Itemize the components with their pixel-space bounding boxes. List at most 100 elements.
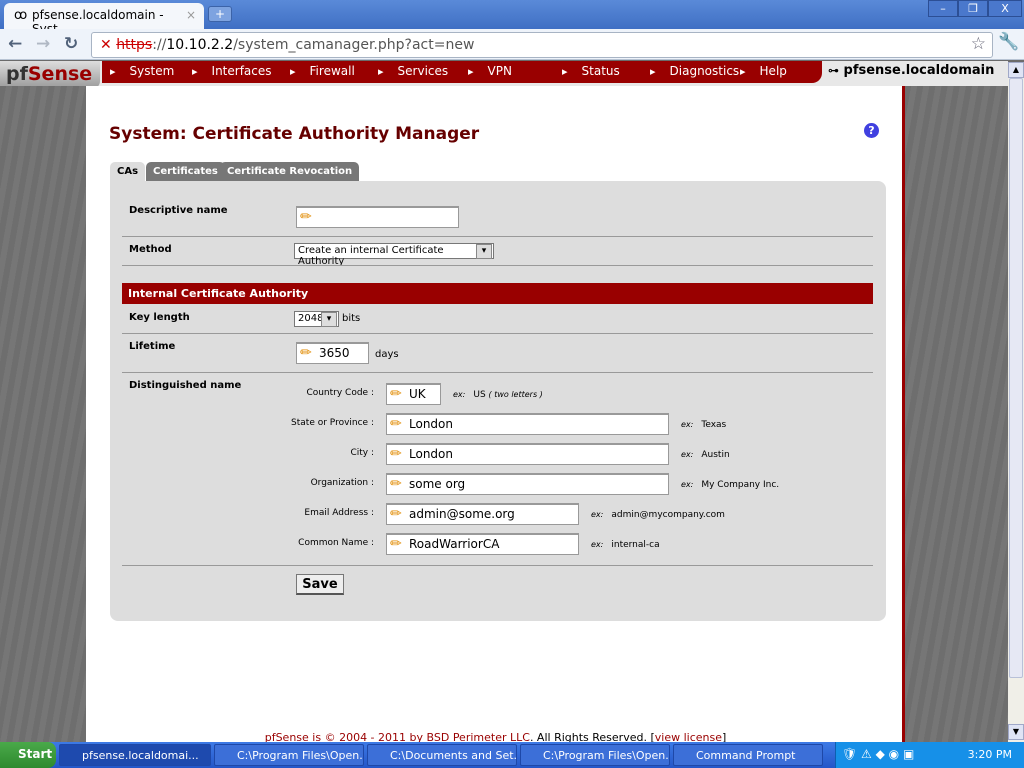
section-header: Internal Certificate Authority [122,283,873,304]
restore-button[interactable]: ❐ [958,0,988,17]
back-icon[interactable]: ← [8,34,22,54]
task-chrome[interactable]: pfsense.localdomai... [59,744,211,766]
tray-icons[interactable]: 🛡 ⚠ ◆ ◉ ▣ [842,747,914,761]
tab-certificate-revocation[interactable]: Certificate Revocation [220,162,360,181]
dn-label: Distinguished name [129,380,242,391]
url-sep: :// [152,37,167,53]
menu-firewall[interactable]: Firewall [290,64,355,78]
city-label: City : [350,448,374,458]
ex-value: Texas [701,420,727,430]
help-icon[interactable]: ? [864,123,879,138]
divider [122,565,873,566]
hostname-text: pfsense.localdomain [843,63,995,78]
ex-value: internal-ca [611,540,660,550]
background-left [0,86,86,742]
ex-prefix: ex: [591,510,604,519]
email-example: ex: admin@mycompany.com [591,510,725,520]
reload-icon[interactable]: ↻ [64,34,78,54]
menu-help[interactable]: Help [740,64,787,78]
divider [122,333,873,334]
organization-input[interactable]: some org [386,473,669,495]
menu-diagnostics[interactable]: Diagnostics [650,64,740,78]
url-scheme: https [116,37,153,53]
ex-prefix: ex: [453,390,466,399]
background-right [905,86,1008,742]
menu-vpn[interactable]: VPN [468,64,512,78]
city-example: ex: Austin [681,450,730,460]
tab-certificates[interactable]: Certificates [146,162,225,181]
lifetime-input[interactable]: 3650 [296,342,369,364]
menu-status[interactable]: Status [562,64,620,78]
divider [122,372,873,373]
divider [122,265,873,266]
url-path: /system_camanager.php?act=new [233,37,475,53]
system-tray: 🛡 ⚠ ◆ ◉ ▣ 3:20 PM [835,742,1024,768]
ex-value: US [473,390,486,400]
start-button[interactable]: Start [0,742,56,768]
close-tab-icon[interactable]: × [186,8,196,22]
common-name-label: Common Name : [298,538,374,548]
city-input[interactable]: London [386,443,669,465]
country-code-example: ex: US ( two letters ) [453,390,551,400]
state-input[interactable]: London [386,413,669,435]
url-input[interactable]: ✕ https://10.10.2.2/system_camanager.php… [91,32,993,58]
url-host: 10.10.2.2 [166,37,234,53]
bookmark-star-icon[interactable]: ☆ [971,34,986,54]
ex-value: admin@mycompany.com [611,510,725,520]
page-title: System: Certificate Authority Manager [109,124,480,144]
minimize-button[interactable]: – [928,0,958,17]
address-toolbar: ← → ↻ ✕ https://10.10.2.2/system_camanag… [0,29,1024,60]
state-label: State or Province : [291,418,374,428]
pfsense-logo[interactable]: pfSense [0,61,100,89]
email-input[interactable]: admin@some.org [386,503,579,525]
ex-value: My Company Inc. [701,480,780,490]
descriptive-name-input[interactable] [296,206,459,228]
lifetime-label: Lifetime [129,341,176,352]
email-label: Email Address : [304,508,374,518]
scroll-up-icon[interactable]: ▲ [1008,62,1024,78]
country-code-input[interactable]: UK [386,383,441,405]
form-panel [110,181,886,621]
common-name-input[interactable]: RoadWarriorCA [386,533,579,555]
pfsense-favicon: ꝏ [14,8,28,23]
state-example: ex: Texas [681,420,726,430]
descriptive-name-label: Descriptive name [129,205,228,216]
task-notepad[interactable]: C:\Program Files\Open... [520,744,670,766]
wrench-icon[interactable]: 🔧 [998,32,1019,52]
browser-tab[interactable]: ꝏpfsense.localdomain - Syst...× [4,3,204,36]
menu-services[interactable]: Services [378,64,449,78]
key-length-unit: bits [342,313,361,324]
key-length-label: Key length [129,312,190,323]
scrollbar-thumb[interactable] [1009,78,1023,678]
ex-prefix: ex: [681,480,694,489]
organization-label: Organization : [310,478,374,488]
close-window-button[interactable]: X [988,0,1022,17]
task-folder-2[interactable]: C:\Documents and Set... [367,744,517,766]
scroll-down-icon[interactable]: ▼ [1008,724,1024,740]
hostname: ⊶ pfsense.localdomain [828,63,994,78]
menu-interfaces[interactable]: Interfaces [192,64,272,78]
clock: 3:20 PM [967,748,1012,761]
organization-example: ex: My Company Inc. [681,480,779,490]
save-button[interactable]: Save [296,574,344,595]
ex-prefix: ex: [591,540,604,549]
ex-prefix: ex: [681,420,694,429]
forward-icon[interactable]: → [36,34,50,54]
key-length-select[interactable]: 2048 [294,311,339,327]
task-folder-1[interactable]: C:\Program Files\Open... [214,744,364,766]
main-menu: System Interfaces Firewall Services VPN … [102,61,822,83]
new-tab-button[interactable]: + [208,6,232,22]
menu-system[interactable]: System [110,64,175,78]
insecure-lock-icon: ✕ [100,37,112,53]
common-name-example: ex: internal-ca [591,540,660,550]
logo-pf: pf [6,63,28,85]
ex-note: ( two letters ) [488,390,543,399]
task-command-prompt[interactable]: Command Prompt [673,744,823,766]
network-icon: ⊶ [828,64,839,77]
method-select[interactable]: Create an internal Certificate Authority [294,243,494,267]
tab-cas[interactable]: CAs [110,162,146,181]
divider [122,236,873,237]
country-code-label: Country Code : [306,388,374,398]
ex-value: Austin [701,450,730,460]
ex-prefix: ex: [681,450,694,459]
